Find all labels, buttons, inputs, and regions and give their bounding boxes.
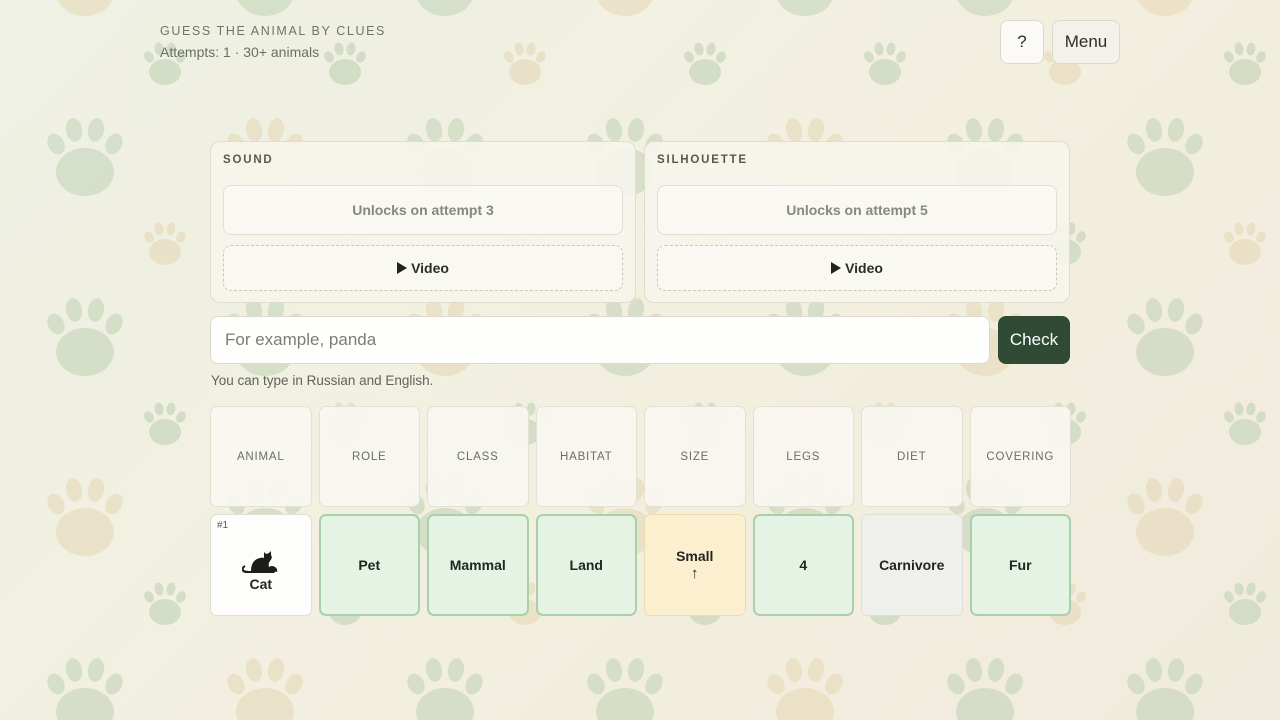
paw-print-icon xyxy=(43,656,127,720)
silhouette-video-button[interactable]: Video xyxy=(657,245,1057,291)
paw-print-icon xyxy=(682,41,728,85)
game-subtitle: GUESS THE ANIMAL BY CLUES xyxy=(160,24,386,38)
silhouette-clue-panel: SILHOUETTE Unlocks on attempt 5 Video xyxy=(644,141,1070,303)
diet-value: Carnivore xyxy=(879,557,945,573)
guess-row: #1 Cat Pet Mammal Land Small ↑ 4 Carnivo… xyxy=(210,514,1071,616)
silhouette-clue-title: SILHOUETTE xyxy=(657,154,748,166)
paw-print-icon xyxy=(1222,41,1268,85)
guess-animal-name: Cat xyxy=(249,576,273,592)
guess-diet-cell: Carnivore xyxy=(861,514,963,616)
paw-print-icon xyxy=(1123,296,1207,376)
video-button-label: Video xyxy=(411,260,449,276)
paw-print-icon xyxy=(943,656,1027,720)
paw-print-icon xyxy=(763,656,847,720)
paw-print-icon xyxy=(583,656,667,720)
paw-print-icon xyxy=(1222,221,1268,265)
column-header-diet: DIET xyxy=(861,406,963,507)
class-value: Mammal xyxy=(449,557,506,573)
paw-print-icon xyxy=(142,221,188,265)
paw-print-icon xyxy=(1123,116,1207,196)
paw-print-icon xyxy=(502,41,548,85)
play-icon xyxy=(397,262,408,274)
column-header-animal: ANIMAL xyxy=(210,406,312,507)
menu-button[interactable]: Menu xyxy=(1052,20,1120,64)
role-value: Pet xyxy=(358,557,381,573)
paw-print-icon xyxy=(403,0,487,17)
paw-print-icon xyxy=(583,0,667,17)
sound-clue-panel: SOUND Unlocks on attempt 3 Video xyxy=(210,141,636,303)
covering-value: Fur xyxy=(1008,557,1032,573)
size-value: Small xyxy=(676,548,714,564)
guess-legs-cell: 4 xyxy=(752,514,854,616)
video-button-label: Video xyxy=(845,260,883,276)
paw-print-icon xyxy=(43,116,127,196)
paw-print-icon xyxy=(1123,0,1207,17)
column-header-covering: COVERING xyxy=(969,406,1071,507)
attempts-counter: Attempts: 1 · 30+ animals xyxy=(160,44,320,60)
habitat-value: Land xyxy=(569,557,603,573)
guess-index: #1 xyxy=(217,520,229,531)
guess-role-cell: Pet xyxy=(318,514,420,616)
check-button[interactable]: Check xyxy=(998,316,1070,364)
paw-print-icon xyxy=(1123,476,1207,556)
guess-size-cell: Small ↑ xyxy=(644,514,746,616)
paw-print-icon xyxy=(1123,656,1207,720)
column-header-class: CLASS xyxy=(427,406,529,507)
paw-print-icon xyxy=(943,0,1027,17)
arrow-up-icon: ↑ xyxy=(691,565,699,582)
guess-table: ANIMAL ROLE CLASS HABITAT SIZE LEGS DIET… xyxy=(210,406,1071,616)
guess-animal-cell: #1 Cat xyxy=(210,514,312,616)
silhouette-locked-message: Unlocks on attempt 5 xyxy=(657,185,1057,235)
header: GUESS THE ANIMAL BY CLUES Attempts: 1 · … xyxy=(160,24,386,60)
sound-clue-title: SOUND xyxy=(223,154,274,166)
sound-locked-message: Unlocks on attempt 3 xyxy=(223,185,623,235)
guess-covering-cell: Fur xyxy=(969,514,1071,616)
column-header-size: SIZE xyxy=(644,406,746,507)
paw-print-icon xyxy=(43,476,127,556)
cat-silhouette-icon xyxy=(241,551,277,573)
legs-value: 4 xyxy=(799,557,808,573)
paw-print-icon xyxy=(763,0,847,17)
paw-print-icon xyxy=(1222,401,1268,445)
paw-print-icon xyxy=(223,656,307,720)
paw-print-icon xyxy=(142,401,188,445)
guess-habitat-cell: Land xyxy=(535,514,637,616)
paw-print-icon xyxy=(43,0,127,17)
input-hint: You can type in Russian and English. xyxy=(211,373,434,388)
paw-print-icon xyxy=(223,0,307,17)
paw-print-icon xyxy=(142,581,188,625)
play-icon xyxy=(831,262,842,274)
paw-print-icon xyxy=(403,656,487,720)
guess-class-cell: Mammal xyxy=(427,514,529,616)
paw-print-icon xyxy=(862,41,908,85)
column-header-role: ROLE xyxy=(318,406,420,507)
column-header-legs: LEGS xyxy=(752,406,854,507)
sound-video-button[interactable]: Video xyxy=(223,245,623,291)
guess-input[interactable] xyxy=(210,316,990,364)
paw-print-icon xyxy=(1222,581,1268,625)
paw-print-icon xyxy=(43,296,127,376)
column-header-habitat: HABITAT xyxy=(535,406,637,507)
help-button[interactable]: ? xyxy=(1000,20,1044,64)
